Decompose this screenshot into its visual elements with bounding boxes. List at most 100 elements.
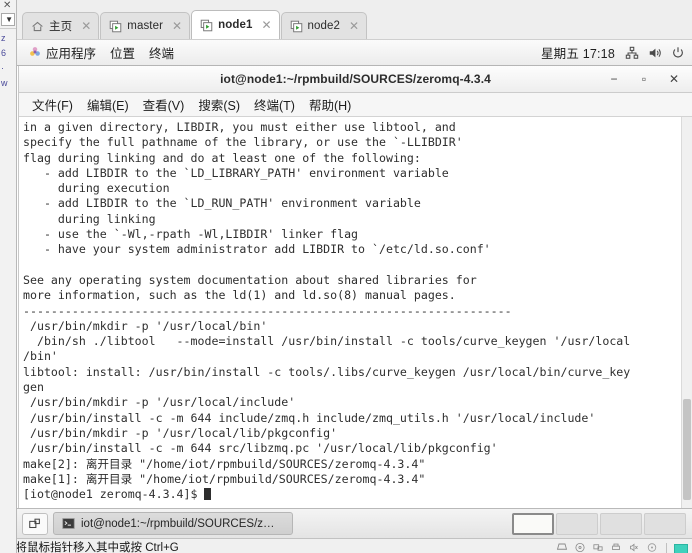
terminal-window: iot@node1:~/rpmbuild/SOURCES/zeromq-4.3.… [18, 66, 692, 508]
usb-icon[interactable] [646, 542, 659, 553]
applications-icon [29, 46, 42, 59]
terminal-scrollbar[interactable] [681, 117, 692, 508]
workspace-4[interactable] [644, 512, 686, 535]
terminal-body[interactable]: in a given directory, LIBDIR, you must e… [19, 117, 692, 508]
show-desktop-icon[interactable] [22, 512, 48, 535]
vmware-status-bar: 要将鼠标指针移入其中或按 Ctrl+G [0, 538, 692, 553]
vm-icon [200, 19, 213, 32]
network-icon[interactable] [592, 542, 605, 553]
menu-terminal[interactable]: 终端(T) [247, 93, 302, 116]
tab-close-icon[interactable]: ✕ [349, 19, 359, 33]
terminal-titlebar[interactable]: iot@node1:~/rpmbuild/SOURCES/zeromq-4.3.… [19, 66, 692, 93]
printer-icon[interactable] [610, 542, 623, 553]
text-cursor [204, 488, 212, 501]
terminal-line: /usr/bin/mkdir -p '/usr/local/lib/pkgcon… [23, 425, 338, 440]
sound-icon[interactable] [628, 542, 641, 553]
terminal-line: /usr/bin/install -c -m 644 src/libzmq.pc… [23, 441, 498, 456]
tab-label: 主页 [49, 21, 73, 33]
terminal-line: during execution [23, 181, 170, 196]
sidebar-dropdown[interactable]: ▼ [1, 13, 15, 26]
tab-node1[interactable]: node1 ✕ [191, 10, 280, 39]
terminal-line: - add LIBDIR to the `LD_RUN_PATH' enviro… [23, 196, 421, 211]
terminal-line: See any operating system documentation a… [23, 272, 477, 287]
tab-label: node2 [307, 20, 340, 32]
sidebar-fragment: · [1, 63, 4, 73]
desktop-area: iot@node1:~/rpmbuild/SOURCES/zeromq-4.3.… [0, 66, 692, 508]
terminal-line: during linking [23, 211, 156, 226]
terminal-line: /usr/bin/install -c -m 644 include/zmq.h… [23, 410, 596, 425]
tab-close-icon[interactable]: ✕ [81, 19, 91, 33]
menu-file[interactable]: 文件(F) [25, 93, 80, 116]
terminal-line: in a given directory, LIBDIR, you must e… [23, 120, 456, 134]
menu-search[interactable]: 搜索(S) [191, 93, 247, 116]
workspace-3[interactable] [600, 512, 642, 535]
terminal-line: /usr/bin/mkdir -p '/usr/local/bin' [23, 318, 268, 333]
vm-icon [290, 20, 303, 33]
menu-view[interactable]: 查看(V) [136, 93, 192, 116]
tab-node2[interactable]: node2 ✕ [280, 12, 368, 39]
tab-close-icon[interactable]: ✕ [261, 18, 271, 32]
shell-prompt: [iot@node1 zeromq-4.3.4]$ [23, 487, 205, 502]
taskbar-window-label: iot@node1:~/rpmbuild/SOURCES/z… [81, 517, 275, 530]
sidebar-fragment: z [1, 33, 6, 43]
disk-icon[interactable] [556, 542, 569, 553]
terminal-line: - use the `-Wl,-rpath -Wl,LIBDIR' linker… [23, 227, 359, 242]
vmware-tab-bar: 主页 ✕ master ✕ node1 ✕ node2 ✕ [0, 0, 692, 40]
sidebar-close-icon[interactable]: ✕ [0, 0, 16, 11]
menu-terminal[interactable]: 终端 [142, 41, 181, 64]
scrollbar-thumb[interactable] [683, 398, 691, 501]
terminal-prompt-line[interactable]: [iot@node1 zeromq-4.3.4]$ [23, 487, 679, 502]
terminal-line: more information, such as the ld(1) and … [23, 288, 456, 303]
terminal-line: specify the full pathname of the library… [23, 135, 463, 150]
tab-strip: 主页 ✕ master ✕ node1 ✕ node2 ✕ [18, 7, 692, 39]
cd-icon[interactable] [574, 542, 587, 553]
workspace-1[interactable] [512, 512, 554, 535]
tab-home[interactable]: 主页 ✕ [22, 12, 100, 39]
terminal-line: gen [23, 380, 44, 395]
minimize-button[interactable]: − [608, 72, 620, 86]
tab-label: master [127, 20, 164, 32]
taskbar-window-button[interactable]: iot@node1:~/rpmbuild/SOURCES/z… [53, 512, 293, 535]
terminal-line: /usr/bin/mkdir -p '/usr/local/include' [23, 395, 296, 410]
sidebar-fragment: 6 [1, 48, 7, 58]
menu-applications[interactable]: 应用程序 [22, 41, 103, 64]
gnome-bottom-panel: iot@node1:~/rpmbuild/SOURCES/z… [0, 508, 692, 538]
status-hint-text: 要将鼠标指针移入其中或按 Ctrl+G [4, 542, 179, 553]
menu-help[interactable]: 帮助(H) [302, 93, 358, 116]
network-icon[interactable] [625, 46, 639, 59]
power-icon[interactable] [671, 46, 684, 59]
vmware-device-icons [556, 542, 692, 553]
tab-label: node1 [218, 19, 253, 31]
vmware-library-sidebar[interactable]: ✕ ▼ z 6 · w [0, 0, 17, 553]
panel-tray: 星期五 17:18 [541, 43, 684, 62]
terminal-line: flag during linking and do at least one … [23, 150, 421, 165]
terminal-line: - have your system administrator add LIB… [23, 242, 491, 257]
workspace-switcher[interactable] [512, 512, 686, 535]
tab-close-icon[interactable]: ✕ [172, 19, 182, 33]
terminal-output[interactable]: in a given directory, LIBDIR, you must e… [19, 117, 681, 508]
tab-master[interactable]: master ✕ [100, 12, 191, 39]
window-title: iot@node1:~/rpmbuild/SOURCES/zeromq-4.3.… [220, 72, 491, 86]
clock[interactable]: 星期五 17:18 [541, 43, 615, 62]
gnome-top-panel: 应用程序 位置 终端 星期五 17:18 [0, 40, 692, 66]
terminal-line: libtool: install: /usr/bin/install -c to… [23, 364, 631, 379]
terminal-line: - add LIBDIR to the `LD_LIBRARY_PATH' en… [23, 165, 449, 180]
vm-icon [109, 20, 122, 33]
volume-icon[interactable] [648, 46, 661, 59]
sidebar-fragment: w [1, 78, 8, 88]
menu-applications-label: 应用程序 [46, 47, 97, 61]
workspace-2[interactable] [556, 512, 598, 535]
maximize-button[interactable]: ▫ [638, 72, 650, 86]
terminal-line: /bin' [23, 349, 58, 364]
window-controls: − ▫ ✕ [608, 72, 692, 86]
vmware-workstation-window: ✕ ▼ z 6 · w 主页 ✕ master ✕ node1 ✕ node2 … [0, 0, 692, 553]
close-button[interactable]: ✕ [668, 72, 680, 86]
menu-edit[interactable]: 编辑(E) [80, 93, 136, 116]
terminal-line: make[1]: 离开目录 "/home/iot/rpmbuild/SOURCE… [23, 471, 426, 486]
terminal-menubar: 文件(F) 编辑(E) 查看(V) 搜索(S) 终端(T) 帮助(H) [19, 93, 692, 117]
terminal-icon [62, 517, 75, 530]
terminal-line: ----------------------------------------… [23, 303, 512, 318]
vm-active-indicator[interactable] [674, 543, 688, 553]
terminal-line: make[2]: 离开目录 "/home/iot/rpmbuild/SOURCE… [23, 456, 426, 471]
menu-places[interactable]: 位置 [103, 41, 142, 64]
